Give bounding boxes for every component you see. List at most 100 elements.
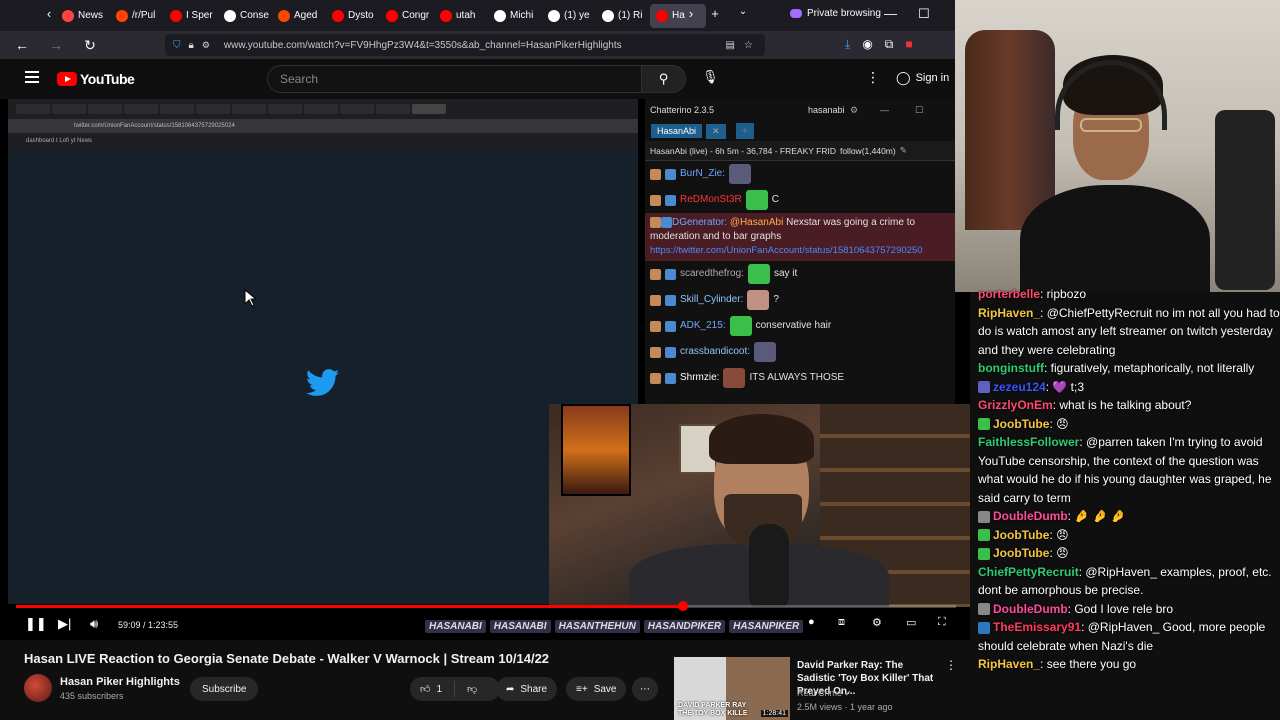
chatterino-username: ReDMonSt3R — [680, 194, 742, 205]
tab-scroll-right-icon[interactable]: › — [680, 6, 702, 21]
chat-emote-icon — [723, 368, 746, 388]
chat-text: : what is he talking about? — [1052, 398, 1192, 412]
chat-message: JoobTube: 😠 — [978, 526, 1280, 545]
thumbs-up-icon[interactable]: 👍︎ — [420, 683, 430, 695]
browser-tab[interactable]: (1) ye — [542, 4, 596, 28]
captions-icon[interactable]: ⧈ — [838, 616, 845, 629]
browser-tab[interactable]: Dysto — [326, 4, 380, 28]
chat-text: : 😠 — [1049, 416, 1069, 431]
volume-icon[interactable]: 🔊︎ — [90, 616, 98, 632]
share-button[interactable]: ➦ Share — [496, 677, 558, 701]
streamer-body — [1020, 185, 1210, 292]
browser-tab[interactable]: I Sper — [164, 4, 218, 28]
chat-badge-icon — [978, 529, 990, 542]
shield-icon[interactable]: ⛉ — [173, 40, 181, 51]
list-tabs-icon[interactable]: ⌄ — [732, 6, 754, 17]
browser-tab[interactable]: utah — [434, 4, 488, 28]
pause-icon[interactable]: ❚❚ — [25, 616, 47, 632]
chat-username: JoobTube — [993, 527, 1050, 542]
browser-tab[interactable]: Conse — [218, 4, 272, 28]
url-bar[interactable]: ⛉ 🔒︎ ⚙ www.youtube.com/watch?v=FV9HhgPz3… — [165, 34, 765, 56]
more-options-icon[interactable]: ⋮ — [866, 69, 880, 86]
chat-badge-icon — [978, 418, 990, 431]
shared-tab — [196, 104, 230, 114]
settings-icon[interactable]: ⚙ — [872, 616, 882, 629]
hanging-coats — [965, 30, 1055, 230]
menu-icon[interactable] — [25, 71, 39, 86]
video-player[interactable]: twitter.com/UnionFanAccount/status/15810… — [0, 99, 970, 640]
ublock-icon[interactable]: ■ — [905, 37, 912, 52]
reader-view-icon[interactable]: ▤ — [726, 40, 735, 51]
permissions-icon[interactable]: ⚙ — [202, 40, 210, 51]
chat-message: ChiefPettyRecruit: @RipHaven_ examples, … — [978, 563, 1280, 600]
new-tab-icon[interactable]: + — [704, 6, 726, 21]
chat-message: FaithlessFollower: @parren taken I'm try… — [978, 433, 1280, 507]
thumbnail-duration: 1:28:41 — [760, 710, 788, 717]
youtube-logo[interactable]: YouTube — [57, 71, 135, 87]
recommended-thumbnail[interactable]: DAVID PARKER RAY THE TOY-BOX KILLE 1:28:4… — [674, 657, 790, 720]
screen-root: ‹ News/r/Pul I Sper Conse Aged Dysto Congr uta… — [0, 0, 1280, 720]
tab-favicon-icon — [332, 9, 344, 22]
search-button[interactable]: ⚲ — [641, 65, 686, 93]
browser-tab[interactable]: Congr — [380, 4, 434, 28]
scrubber-handle[interactable] — [678, 601, 689, 611]
chat-username: DoubleDumb — [993, 601, 1068, 616]
chatterino-username: ADK_215: — [680, 320, 726, 331]
search-input[interactable] — [280, 72, 641, 86]
chat-username: TheEmissary91 — [993, 620, 1082, 634]
maximize-icon[interactable]: ☐ — [918, 6, 930, 22]
shared-url: twitter.com/UnionFanAccount/status/15810… — [8, 119, 638, 133]
next-icon[interactable]: ▶| — [58, 616, 71, 632]
theater-mode-icon[interactable]: ▭ — [906, 616, 916, 629]
reload-icon[interactable]: ↻ — [78, 37, 102, 54]
tab-scroll-left-icon[interactable]: ‹ — [38, 6, 60, 21]
sub-badge-icon — [650, 346, 661, 358]
more-actions-button[interactable]: ⋯ — [632, 677, 658, 701]
channel-avatar[interactable] — [24, 674, 52, 702]
download-icon[interactable]: ⤓ — [845, 37, 850, 52]
chatterino-titlebar: Chatterino 2.3.5 hasanabi ⚙ — ☐ — [645, 99, 955, 121]
chat-username: DoubleDumb — [993, 509, 1068, 523]
divider — [454, 681, 456, 697]
browser-tab[interactable]: Michi — [488, 4, 542, 28]
fullscreen-icon[interactable]: ⛶ — [938, 616, 946, 629]
browser-tab[interactable]: (1) Ri — [596, 4, 650, 28]
lock-icon[interactable]: 🔒︎ — [189, 40, 194, 51]
chat-username: bonginstuff — [978, 361, 1044, 375]
extensions-icon[interactable]: ⧉ — [885, 37, 894, 52]
browser-tab[interactable]: News — [56, 4, 110, 28]
recommended-channel[interactable]: Real Crime ✔ — [797, 688, 851, 698]
like-count[interactable]: 1 — [436, 684, 442, 695]
tab-label: Michi — [510, 10, 534, 21]
chatterino-text: C — [771, 194, 779, 205]
bookmark-star-icon[interactable]: ☆ — [744, 40, 753, 51]
tab-label: Dysto — [348, 10, 374, 21]
recommended-more-icon[interactable]: ⋮ — [945, 658, 957, 672]
browser-tab[interactable]: Aged — [272, 4, 326, 28]
tab-favicon-icon — [656, 9, 668, 22]
recommended-meta: 2.5M views · 1 year ago — [797, 702, 893, 712]
autoplay-toggle-icon[interactable]: ● — [808, 616, 815, 628]
url-text[interactable]: www.youtube.com/watch?v=FV9HhgPz3W4&t=35… — [224, 40, 622, 51]
chat-message: zezeu124: 💜 t;3 — [978, 378, 1280, 397]
close-tab-icon: ✕ — [706, 123, 726, 139]
account-icon[interactable]: ◉ — [862, 37, 872, 52]
subscribe-button[interactable]: Subscribe — [190, 677, 259, 701]
chat-badge-icon — [978, 603, 990, 616]
save-button[interactable]: ≡+ Save — [566, 677, 627, 701]
video-progress-bar[interactable] — [16, 601, 956, 611]
minimize-icon[interactable]: — — [884, 6, 897, 21]
chatterino-message: scaredthefrog: say it — [645, 261, 955, 287]
sub-badge-icon — [650, 168, 661, 180]
thumbs-down-icon[interactable]: 👎︎ — [467, 683, 477, 695]
browser-tab[interactable]: /r/Pul — [110, 4, 164, 28]
channel-name[interactable]: Hasan Piker Highlights — [60, 676, 180, 688]
microphone-icon[interactable]: 🎙︎ — [702, 69, 719, 85]
sign-in-button[interactable]: ◯ Sign in — [896, 70, 949, 86]
back-icon[interactable]: ← — [10, 37, 34, 53]
chat-badge-icon — [978, 510, 990, 523]
chatterino-messages: BurN_Zie: ReDMonSt3R C DGenerator: @HasanA… — [645, 161, 955, 391]
prime-badge-icon — [665, 346, 676, 358]
forward-icon[interactable]: → — [44, 37, 68, 53]
wall-poster — [561, 404, 631, 496]
